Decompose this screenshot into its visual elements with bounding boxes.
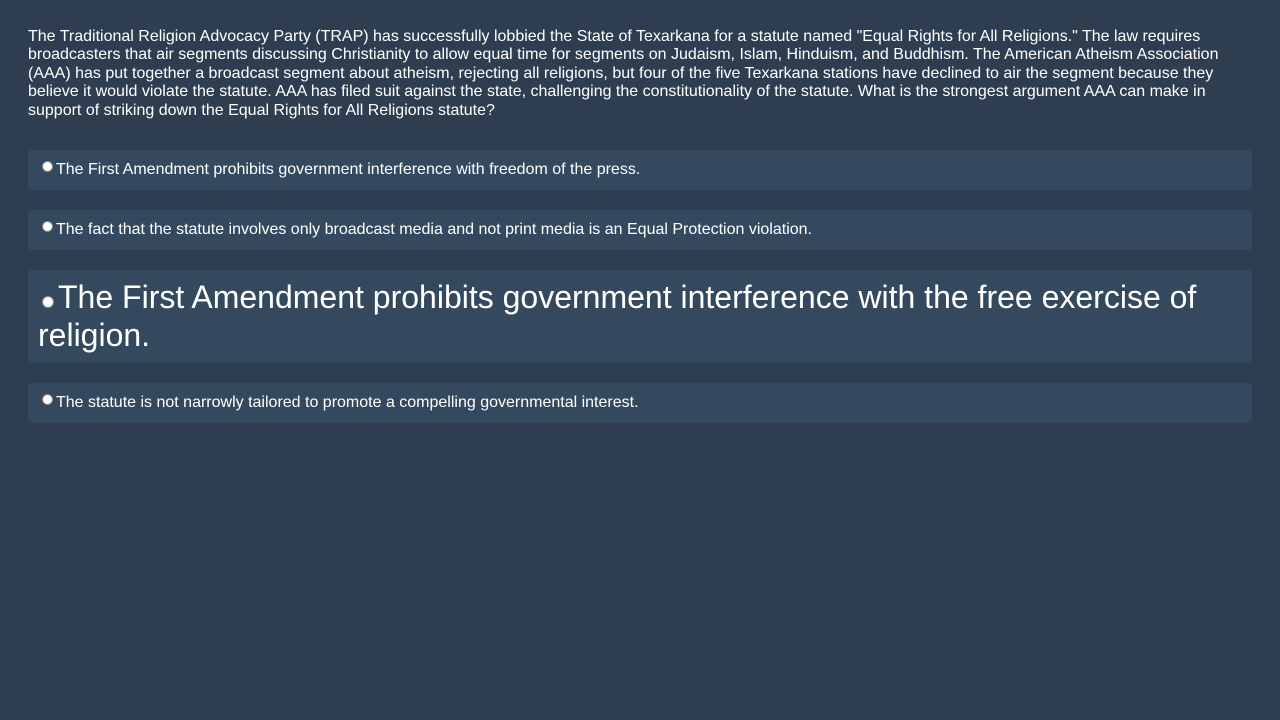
answer-option-label: The First Amendment prohibits government…: [56, 161, 641, 179]
answer-option-label: The fact that the statute involves only …: [56, 221, 812, 239]
answer-option-4[interactable]: The statute is not narrowly tailored to …: [28, 383, 1252, 424]
radio-button-icon[interactable]: [42, 296, 54, 309]
answer-option-label: The First Amendment prohibits government…: [38, 279, 1197, 354]
answer-option-2[interactable]: The fact that the statute involves only …: [28, 210, 1252, 251]
radio-button-icon[interactable]: [42, 221, 53, 233]
radio-button-icon[interactable]: [42, 394, 53, 406]
quiz-container: The Traditional Religion Advocacy Party …: [28, 28, 1252, 443]
answer-option-1[interactable]: The First Amendment prohibits government…: [28, 150, 1252, 191]
answer-option-label: The statute is not narrowly tailored to …: [56, 394, 639, 412]
answer-option-3[interactable]: The First Amendment prohibits government…: [28, 270, 1252, 364]
question-text: The Traditional Religion Advocacy Party …: [28, 28, 1219, 119]
radio-button-icon[interactable]: [42, 161, 53, 173]
